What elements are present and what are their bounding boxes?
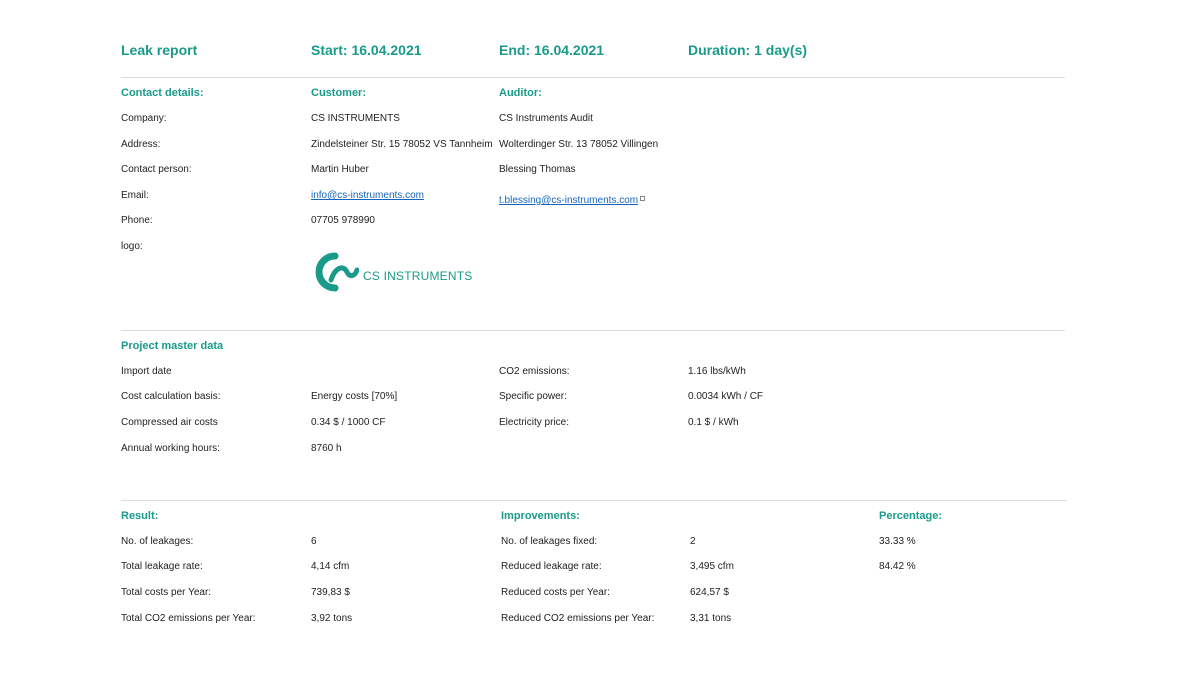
improvements-heading: Improvements: bbox=[501, 510, 580, 522]
reduced-leakage-rate-label: Reduced leakage rate: bbox=[501, 561, 602, 572]
start-date: Start: 16.04.2021 bbox=[311, 42, 422, 58]
auditor-email-wrap: t.blessing@cs-instruments.com bbox=[499, 190, 646, 208]
contact-person-label: Contact person: bbox=[121, 164, 192, 175]
co2-emissions-label: CO2 emissions: bbox=[499, 366, 570, 377]
customer-address: Zindelsteiner Str. 15 78052 VS Tannheim bbox=[311, 139, 493, 150]
reduced-co2-label: Reduced CO2 emissions per Year: bbox=[501, 613, 655, 624]
customer-heading: Customer: bbox=[311, 87, 367, 99]
customer-contact-person: Martin Huber bbox=[311, 164, 369, 175]
company-label: Company: bbox=[121, 113, 167, 124]
annual-hours-value: 8760 h bbox=[311, 443, 342, 454]
auditor-company: CS Instruments Audit bbox=[499, 113, 593, 124]
report-title: Leak report bbox=[121, 42, 198, 58]
compressed-air-costs-label: Compressed air costs bbox=[121, 417, 218, 428]
result-heading: Result: bbox=[121, 510, 159, 522]
duration: Duration: 1 day(s) bbox=[688, 42, 808, 58]
reduced-leakage-rate-percentage: 84.42 % bbox=[879, 561, 916, 572]
leakages-fixed-percentage: 33.33 % bbox=[879, 536, 916, 547]
leakages-fixed-value: 2 bbox=[690, 536, 696, 547]
costs-per-year-label: Total costs per Year: bbox=[121, 587, 212, 598]
external-link-icon bbox=[640, 196, 646, 202]
logo-label: logo: bbox=[121, 241, 143, 252]
compressed-air-costs-value: 0.34 $ / 1000 CF bbox=[311, 417, 386, 428]
import-date-label: Import date bbox=[121, 366, 172, 377]
reduced-leakage-rate-value: 3,495 cfm bbox=[690, 561, 734, 572]
reduced-costs-label: Reduced costs per Year: bbox=[501, 587, 610, 598]
specific-power-label: Specific power: bbox=[499, 391, 567, 402]
customer-company: CS INSTRUMENTS bbox=[311, 113, 400, 124]
co2-per-year-value: 3,92 tons bbox=[311, 613, 353, 624]
leakage-rate-label: Total leakage rate: bbox=[121, 561, 203, 572]
phone-label: Phone: bbox=[121, 215, 153, 226]
cost-basis-value: Energy costs [70%] bbox=[311, 391, 398, 402]
email-label: Email: bbox=[121, 190, 149, 201]
cost-basis-label: Cost calculation basis: bbox=[121, 391, 221, 402]
customer-phone: 07705 978990 bbox=[311, 215, 375, 226]
cs-instruments-logo: CS INSTRUMENTS bbox=[313, 250, 473, 294]
leakages-fixed-label: No. of leakages fixed: bbox=[501, 536, 598, 547]
auditor-heading: Auditor: bbox=[499, 87, 542, 99]
percentage-heading: Percentage: bbox=[879, 510, 942, 522]
project-master-data-heading: Project master data bbox=[121, 340, 224, 352]
result-divider bbox=[121, 500, 1067, 501]
address-label: Address: bbox=[121, 139, 161, 150]
reduced-costs-value: 624,57 $ bbox=[690, 587, 729, 598]
electricity-price-label: Electricity price: bbox=[499, 417, 570, 428]
costs-per-year-value: 739,83 $ bbox=[311, 587, 350, 598]
reduced-co2-value: 3,31 tons bbox=[690, 613, 732, 624]
leakage-rate-value: 4,14 cfm bbox=[311, 561, 350, 572]
auditor-contact-person: Blessing Thomas bbox=[499, 164, 576, 175]
header-divider bbox=[121, 77, 1065, 78]
cs-logo-icon bbox=[315, 252, 359, 292]
cs-logo-text: CS INSTRUMENTS bbox=[363, 269, 473, 283]
auditor-address: Wolterdinger Str. 13 78052 Villingen bbox=[499, 139, 659, 150]
project-divider bbox=[121, 330, 1065, 331]
electricity-price-value: 0.1 $ / kWh bbox=[688, 417, 739, 428]
contact-details-heading: Contact details: bbox=[121, 87, 204, 99]
leakages-value: 6 bbox=[311, 536, 317, 547]
leakages-label: No. of leakages: bbox=[121, 536, 194, 547]
end-date: End: 16.04.2021 bbox=[499, 42, 605, 58]
customer-email-link[interactable]: info@cs-instruments.com bbox=[311, 190, 424, 201]
specific-power-value: 0.0034 kWh / CF bbox=[688, 391, 764, 402]
annual-hours-label: Annual working hours: bbox=[121, 443, 220, 454]
auditor-email-link[interactable]: t.blessing@cs-instruments.com bbox=[499, 195, 638, 206]
co2-emissions-value: 1.16 lbs/kWh bbox=[688, 366, 746, 377]
co2-per-year-label: Total CO2 emissions per Year: bbox=[121, 613, 256, 624]
